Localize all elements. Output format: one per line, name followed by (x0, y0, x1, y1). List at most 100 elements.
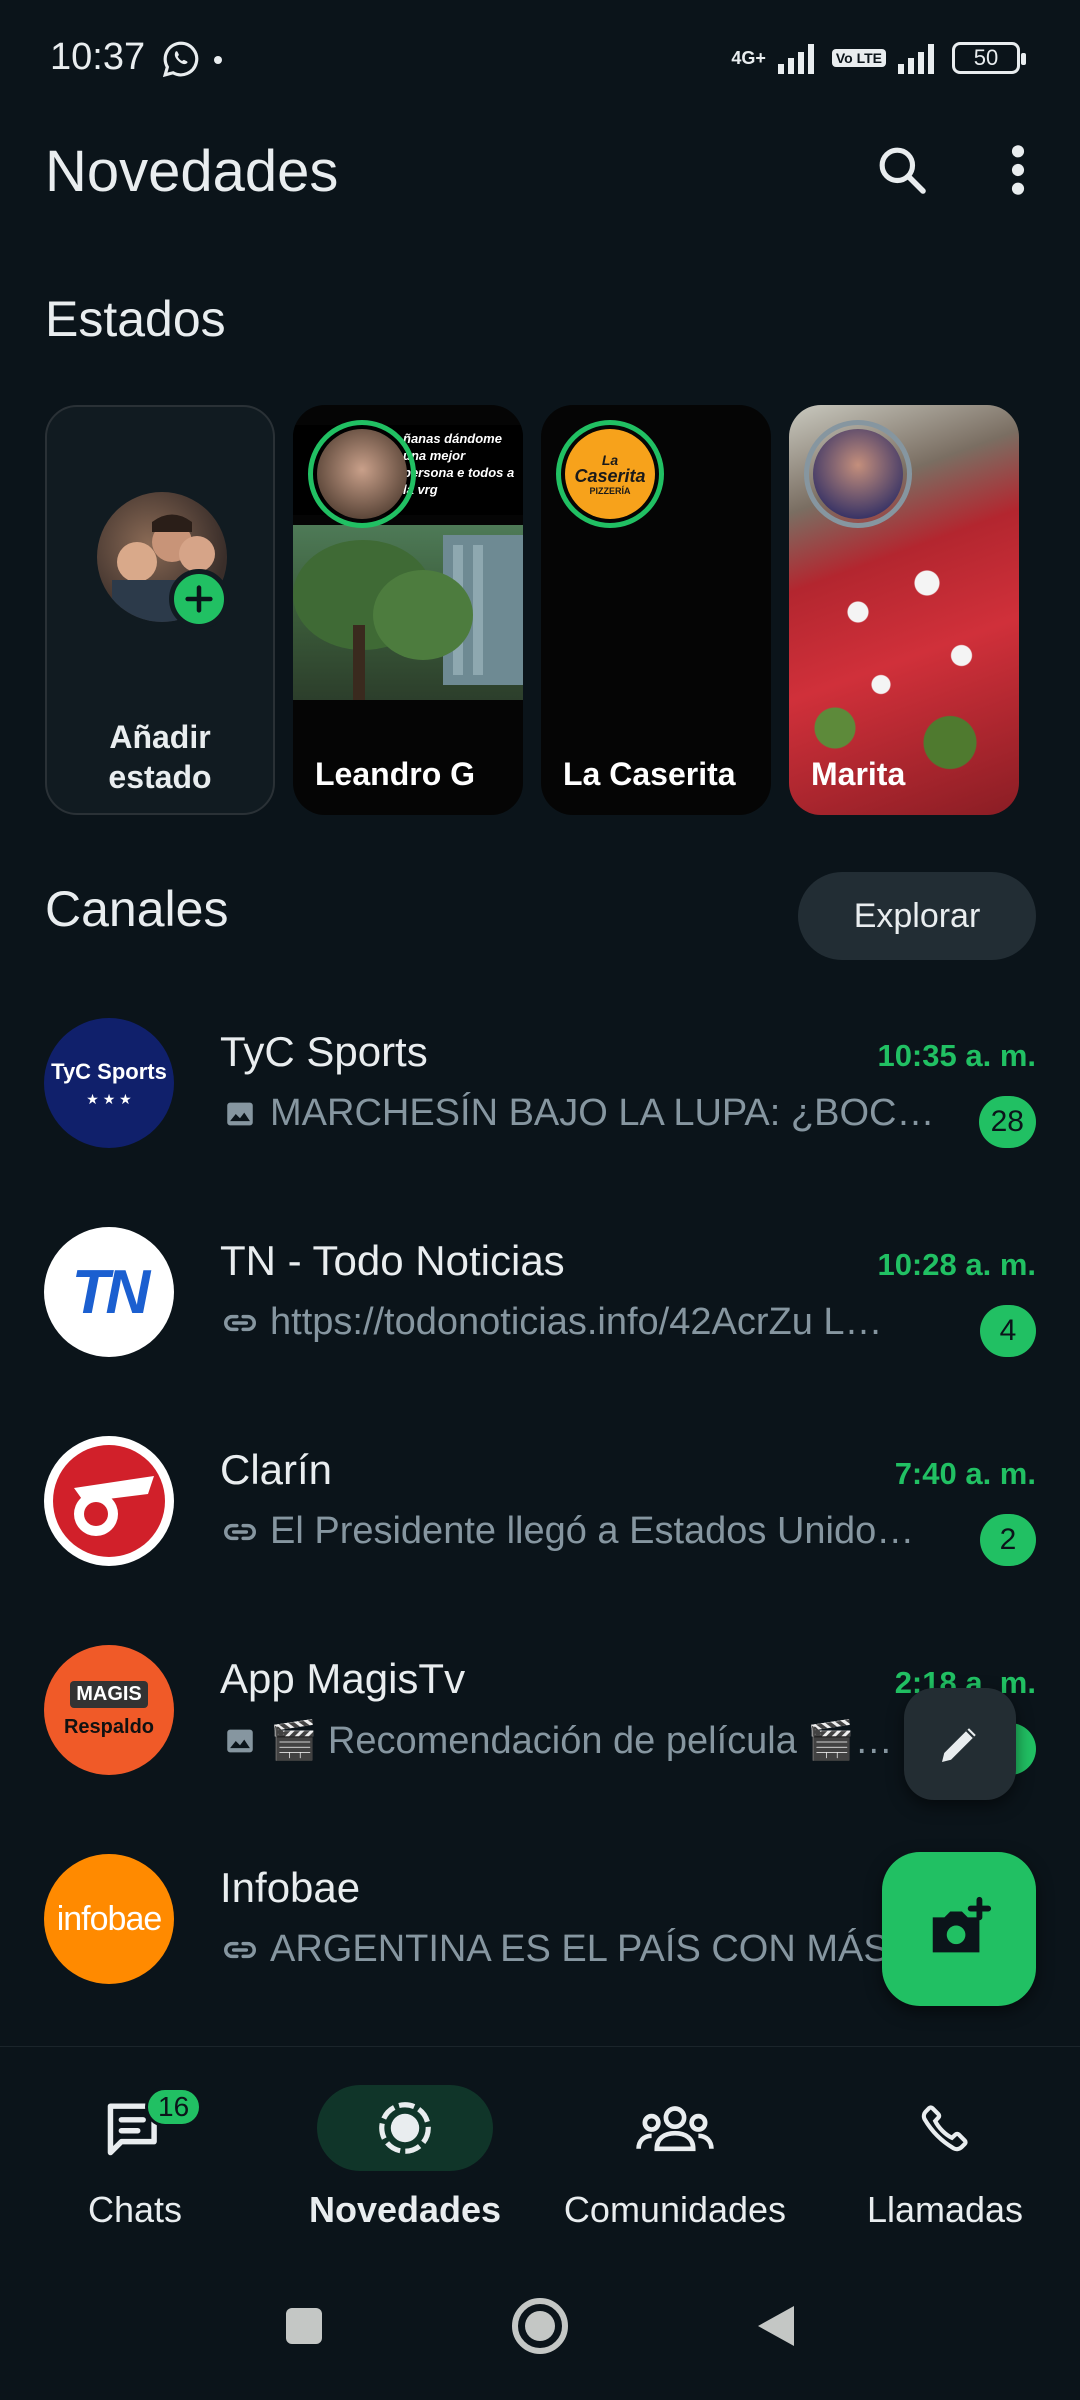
signal-icon-2 (898, 44, 934, 74)
status-indicators: 4G+ Vo LTE 50 (731, 38, 1026, 78)
notification-dot (214, 56, 222, 64)
chats-unread-badge: 16 (145, 2087, 203, 2127)
battery-level: 50 (973, 45, 999, 70)
channel-message-text: https://todonoticias.info/42AcrZu L… (270, 1301, 883, 1343)
more-vertical-icon (1011, 145, 1025, 195)
whatsapp-notification-icon (162, 40, 200, 78)
tn-logo-text: TN (71, 1257, 151, 1327)
channel-item-tn[interactable]: TN TN - Todo Noticias 10:28 a. m. https:… (0, 1199, 1080, 1407)
unread-badge: 4 (980, 1305, 1036, 1357)
marita-avatar-ring (804, 420, 912, 528)
channel-last-message: ARGENTINA ES EL PAÍS CON MÁS (220, 1928, 960, 1971)
pencil-icon (942, 1728, 976, 1762)
channel-message-text: MARCHESÍN BAJO LA LUPA: ¿BOC… (270, 1092, 935, 1134)
nav-chats[interactable]: 16 Chats (0, 2047, 270, 2247)
nav-novedades[interactable]: Novedades (270, 2047, 540, 2247)
unread-badge: 2 (980, 1514, 1036, 1566)
channel-name: Clarín (220, 1446, 333, 1493)
add-status-card[interactable]: Añadir estado (45, 405, 275, 815)
recent-apps-button[interactable] (264, 2286, 344, 2366)
leandro-avatar-ring (308, 420, 416, 528)
more-options-button[interactable] (978, 130, 1058, 210)
caserita-avatar-ring: La Caserita PIZZERÍA (556, 420, 664, 528)
magistv-logo-text: MAGIS (70, 1681, 148, 1708)
channel-last-message: MARCHESÍN BAJO LA LUPA: ¿BOC… (220, 1092, 960, 1135)
nav-label: Comunidades (563, 2189, 787, 2230)
canales-section-title: Canales (45, 881, 229, 937)
page-title: Novedades (45, 139, 339, 204)
system-navigation-bar (0, 2246, 1080, 2400)
channel-message-text: ARGENTINA ES EL PAÍS CON MÁS (270, 1928, 889, 1970)
estados-section-title: Estados (45, 291, 226, 347)
channel-time: 7:40 a. m. (894, 1456, 1036, 1491)
phone-icon (857, 2085, 1033, 2171)
status-card-marita[interactable]: Marita (789, 405, 1019, 815)
home-button[interactable] (500, 2286, 580, 2366)
channel-item-tyc-sports[interactable]: TyC Sports ★ ★ ★ TyC Sports 10:35 a. m. … (0, 990, 1080, 1198)
signal-icon (777, 44, 814, 74)
new-text-status-button[interactable] (904, 1688, 1016, 1800)
channel-name: App MagisTv (220, 1655, 466, 1702)
caserita-logo: La Caserita PIZZERÍA (565, 429, 655, 519)
new-photo-status-button[interactable] (882, 1852, 1036, 2006)
channel-name: TN - Todo Noticias (220, 1237, 565, 1284)
square-icon (286, 2308, 322, 2344)
communities-icon (587, 2085, 763, 2171)
magistv-logo-sub: Respaldo (63, 1716, 155, 1738)
image-icon (220, 1094, 260, 1134)
unread-badge: 28 (978, 1096, 1036, 1148)
nav-label: Llamadas (866, 2189, 1024, 2230)
caserita-logo-line1: La (601, 451, 619, 468)
infobae-logo-text: infobae (56, 1899, 163, 1938)
status-time: 10:37 (50, 36, 146, 78)
status-preview-image (293, 525, 523, 700)
channel-message-text: 🎬 Recomendación de película 🎬… (270, 1720, 893, 1762)
status-bar: 10:37 4G+ Vo LTE 50 (0, 0, 1080, 120)
status-card-la-caserita[interactable]: La Caserita PIZZERÍA La Caserita (541, 405, 771, 815)
camera-plus-icon (932, 1896, 992, 1953)
status-preview-text: ñanas dándome una mejor persona e todos … (403, 431, 515, 497)
status-name: Leandro G (315, 756, 476, 792)
channel-item-clarin[interactable]: Clarín 7:40 a. m. El Presidente llegó a … (0, 1408, 1080, 1616)
back-triangle-icon (758, 2306, 794, 2346)
nav-llamadas[interactable]: Llamadas (810, 2047, 1080, 2247)
tyc-logo-text: TyC Sports (51, 1058, 167, 1084)
tyc-logo-stars: ★ ★ ★ (86, 1090, 132, 1107)
bottom-navigation: 16 Chats Novedades Comunidades Llamadas (0, 2046, 1080, 2246)
tyc-sports-logo: TyC Sports ★ ★ ★ (44, 1018, 174, 1148)
channel-time: 10:35 a. m. (877, 1038, 1036, 1073)
updates-icon (317, 2085, 493, 2171)
nav-label: Novedades (308, 2189, 502, 2230)
nav-label: Chats (87, 2189, 183, 2230)
channel-name: Infobae (220, 1864, 361, 1911)
home-circle-icon (512, 2298, 568, 2354)
link-icon (220, 1512, 260, 1552)
search-icon (879, 147, 926, 194)
caserita-logo-line2: Caserita (574, 465, 646, 486)
status-name: Marita (811, 756, 906, 792)
image-icon (220, 1721, 260, 1761)
status-name: La Caserita (563, 756, 736, 792)
tn-logo: TN (44, 1227, 174, 1357)
channel-last-message: 🎬 Recomendación de película 🎬… (220, 1719, 960, 1763)
channel-name: TyC Sports (220, 1028, 428, 1075)
link-icon (220, 1303, 260, 1343)
status-card-leandro[interactable]: ñanas dándome una mejor persona e todos … (293, 405, 523, 815)
add-status-label: Añadir estado (108, 719, 212, 795)
marita-avatar (813, 429, 903, 519)
volte-badge: Vo LTE (831, 49, 886, 67)
back-button[interactable] (736, 2286, 816, 2366)
clarin-logo (44, 1436, 174, 1566)
channel-last-message: El Presidente llegó a Estados Unido… (220, 1510, 960, 1553)
infobae-logo: infobae (44, 1854, 174, 1984)
add-status-plus-icon (169, 569, 229, 629)
nav-comunidades[interactable]: Comunidades (540, 2047, 810, 2247)
caserita-logo-line3: PIZZERÍA (589, 485, 631, 496)
channel-message-text: El Presidente llegó a Estados Unido… (270, 1510, 915, 1552)
explore-channels-button[interactable]: Explorar (798, 872, 1036, 960)
network-type: 4G+ (731, 48, 766, 68)
magistv-logo: MAGIS Respaldo (44, 1645, 174, 1775)
battery-icon: 50 (952, 42, 1026, 74)
search-button[interactable] (862, 130, 942, 210)
status-carousel[interactable]: Añadir estado ñanas dándome una mejor per… (45, 405, 1080, 815)
